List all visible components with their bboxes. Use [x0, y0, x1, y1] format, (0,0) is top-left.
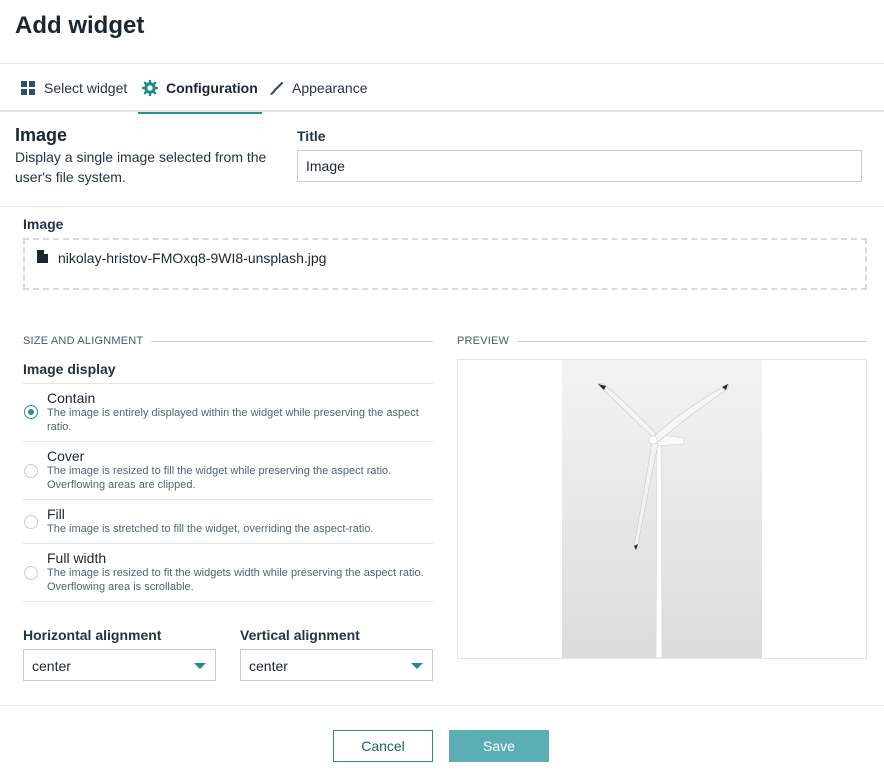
- title-label: Title: [297, 128, 326, 144]
- tab-configuration[interactable]: Configuration: [138, 64, 262, 114]
- select-value: center: [249, 658, 288, 674]
- tab-select-widget[interactable]: Select widget: [20, 64, 127, 112]
- radio-button[interactable]: [24, 566, 38, 580]
- dialog-title: Add widget: [15, 12, 145, 39]
- option-full-width[interactable]: Full width The image is resized to fit t…: [23, 544, 433, 602]
- option-description: The image is stretched to fill the widge…: [47, 523, 374, 535]
- option-name: Cover: [47, 448, 85, 464]
- cancel-button[interactable]: Cancel: [333, 730, 433, 762]
- grid-icon: [20, 80, 36, 96]
- image-dropzone[interactable]: nikolay-hristov-FMOxq8-9WI8-unsplash.jpg: [23, 238, 867, 290]
- image-label: Image: [23, 216, 64, 232]
- divider: [151, 340, 433, 342]
- selected-file: nikolay-hristov-FMOxq8-9WI8-unsplash.jpg: [37, 250, 326, 266]
- dialog-footer: Cancel Save: [0, 705, 884, 777]
- radio-button[interactable]: [24, 464, 38, 478]
- option-contain[interactable]: Contain The image is entirely displayed …: [23, 384, 433, 442]
- preview-heading: PREVIEW: [457, 335, 867, 347]
- image-display-options: Contain The image is entirely displayed …: [23, 383, 433, 602]
- option-name: Fill: [47, 506, 65, 522]
- vertical-alignment-label: Vertical alignment: [240, 627, 360, 643]
- option-fill[interactable]: Fill The image is stretched to fill the …: [23, 500, 433, 544]
- tab-label: Appearance: [292, 80, 368, 96]
- caret-down-icon: [411, 663, 423, 669]
- option-description: The image is resized to fill the widget …: [47, 465, 392, 491]
- preview-image: [562, 360, 762, 659]
- select-value: center: [32, 658, 71, 674]
- tab-bar: Select widget Configuration Appearance: [0, 64, 884, 114]
- option-name: Full width: [47, 550, 107, 566]
- file-name: nikolay-hristov-FMOxq8-9WI8-unsplash.jpg: [58, 250, 327, 266]
- file-icon: [37, 250, 48, 266]
- widget-name: Image: [15, 125, 68, 145]
- caret-down-icon: [194, 663, 206, 669]
- widget-info-section: Image Display a single image selected fr…: [0, 112, 884, 207]
- gear-icon: [142, 80, 158, 96]
- tab-label: Select widget: [44, 80, 128, 96]
- radio-button[interactable]: [24, 515, 38, 529]
- option-cover[interactable]: Cover The image is resized to fill the w…: [23, 442, 433, 500]
- horizontal-alignment-label: Horizontal alignment: [23, 627, 162, 643]
- wind-turbine-image: [597, 383, 729, 659]
- image-display-label: Image display: [23, 361, 116, 377]
- preview-panel: [457, 359, 867, 659]
- section-heading-text: PREVIEW: [457, 335, 510, 347]
- divider: [517, 340, 867, 342]
- save-button[interactable]: Save: [449, 730, 549, 762]
- option-description: The image is entirely displayed within t…: [47, 407, 419, 433]
- horizontal-alignment-select[interactable]: center: [23, 649, 216, 681]
- option-description: The image is resized to fit the widgets …: [47, 567, 424, 593]
- widget-description: Display a single image selected from the…: [15, 149, 267, 185]
- size-alignment-heading: SIZE AND ALIGNMENT: [23, 335, 433, 347]
- brush-icon: [268, 80, 284, 96]
- title-input[interactable]: [297, 150, 862, 182]
- tab-label: Configuration: [166, 80, 258, 96]
- dialog-header: Add widget: [0, 0, 884, 64]
- vertical-alignment-select[interactable]: center: [240, 649, 433, 681]
- radio-button[interactable]: [24, 405, 38, 419]
- tab-appearance[interactable]: Appearance: [268, 64, 368, 112]
- section-heading-text: SIZE AND ALIGNMENT: [23, 335, 144, 347]
- option-name: Contain: [47, 390, 96, 406]
